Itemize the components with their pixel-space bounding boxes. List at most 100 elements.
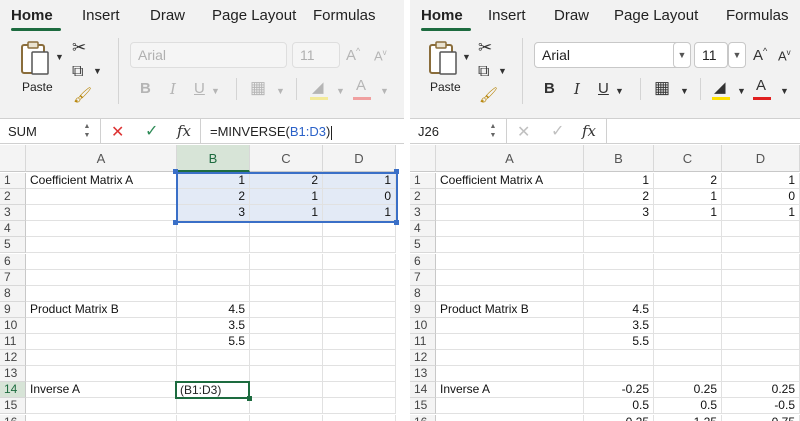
row-header-10[interactable]: 10	[410, 317, 436, 334]
cell-a2[interactable]	[436, 189, 584, 206]
cell-a12[interactable]	[26, 350, 177, 367]
active-cell-editor[interactable]: (B1:D3)	[175, 381, 250, 400]
font-name-field[interactable]: Arial	[534, 42, 689, 68]
paste-options-chevron-icon[interactable]: ▼	[55, 52, 64, 62]
cell-c12[interactable]	[250, 350, 323, 367]
underline-chevron-icon[interactable]: ▼	[615, 86, 624, 96]
name-box[interactable]: J26	[410, 119, 447, 143]
close-icon[interactable]: ✕	[517, 122, 530, 142]
fill-color-chevron-icon[interactable]: ▼	[737, 86, 746, 96]
cell-c12[interactable]	[654, 350, 722, 367]
cell-d10[interactable]	[722, 317, 800, 334]
cell-b16[interactable]: 0.25	[584, 414, 654, 421]
worksheet-grid[interactable]: A B C D 1 Coefficient Matrix A121221033114567…	[0, 145, 404, 421]
cell-a11[interactable]	[436, 334, 584, 351]
fx-icon[interactable]: fx	[582, 122, 596, 140]
copy-icon[interactable]: ⧉	[478, 63, 489, 81]
cell-a8[interactable]	[436, 285, 584, 302]
row-header-14[interactable]: 14	[0, 382, 26, 399]
cell-d10[interactable]	[323, 317, 396, 334]
font-name-chevron-icon[interactable]: ▼	[673, 42, 691, 68]
cell-c8[interactable]	[654, 285, 722, 302]
name-box[interactable]: SUM	[0, 119, 45, 143]
close-icon[interactable]: ✕	[111, 122, 124, 142]
font-color-icon[interactable]: A	[756, 77, 766, 94]
cell-c16[interactable]	[250, 414, 323, 421]
decrease-font-size-icon[interactable]: Av	[374, 48, 387, 63]
cell-b8[interactable]	[177, 285, 250, 302]
cell-b13[interactable]	[584, 366, 654, 383]
fx-icon[interactable]: fx	[177, 122, 191, 140]
row-header-13[interactable]: 13	[0, 366, 26, 383]
row-header-11[interactable]: 11	[410, 334, 436, 351]
range-resize-handle[interactable]	[173, 220, 178, 225]
cell-a4[interactable]	[26, 221, 177, 238]
cell-b15[interactable]	[177, 398, 250, 415]
row-header-16[interactable]: 16	[410, 414, 436, 421]
cell-c13[interactable]	[654, 366, 722, 383]
tab-draw[interactable]: Draw	[150, 7, 185, 24]
underline-chevron-icon[interactable]: ▼	[211, 86, 220, 96]
cell-a7[interactable]	[26, 269, 177, 286]
cell-d11[interactable]	[722, 334, 800, 351]
cell-d15[interactable]: -0.5	[722, 398, 800, 415]
fill-color-icon[interactable]: ◢	[312, 78, 324, 96]
select-all-corner[interactable]	[410, 145, 436, 172]
italic-icon[interactable]: I	[170, 80, 176, 98]
row-header-4[interactable]: 4	[410, 221, 436, 238]
row-header-14[interactable]: 14	[410, 382, 436, 399]
cell-c3[interactable]: 1	[654, 205, 722, 222]
cell-b11[interactable]: 5.5	[584, 334, 654, 351]
cell-d15[interactable]	[323, 398, 396, 415]
row-header-12[interactable]: 12	[410, 350, 436, 367]
column-header-c[interactable]: C	[250, 145, 323, 172]
cell-c7[interactable]	[654, 269, 722, 286]
copy-options-chevron-icon[interactable]: ▼	[93, 66, 102, 76]
paste-options-chevron-icon[interactable]: ▼	[462, 52, 471, 62]
cell-d5[interactable]	[722, 237, 800, 254]
name-box-stepper[interactable]: ▲ ▼	[488, 122, 498, 140]
cell-a1[interactable]: Coefficient Matrix A	[26, 173, 177, 190]
cell-d13[interactable]	[722, 366, 800, 383]
scissors-icon[interactable]: ✂	[478, 38, 492, 58]
cell-c8[interactable]	[250, 285, 323, 302]
column-header-d[interactable]: D	[722, 145, 800, 172]
cell-b7[interactable]	[177, 269, 250, 286]
row-header-9[interactable]: 9	[0, 301, 26, 318]
cell-b5[interactable]	[584, 237, 654, 254]
row-header-4[interactable]: 4	[0, 221, 26, 238]
row-header-1[interactable]: 1	[410, 173, 436, 190]
check-icon[interactable]: ✓	[145, 121, 158, 141]
cell-a8[interactable]	[26, 285, 177, 302]
cell-c15[interactable]	[250, 398, 323, 415]
row-header-3[interactable]: 3	[410, 205, 436, 222]
formula-input[interactable]	[616, 124, 796, 140]
cell-a6[interactable]	[436, 253, 584, 270]
font-name-field[interactable]: Arial	[130, 42, 287, 68]
cell-b4[interactable]	[584, 221, 654, 238]
underline-icon[interactable]: U	[194, 80, 205, 97]
cell-b1[interactable]: 1	[584, 173, 654, 190]
row-header-6[interactable]: 6	[410, 253, 436, 270]
cell-a3[interactable]	[26, 205, 177, 222]
tab-insert[interactable]: Insert	[82, 7, 120, 24]
cell-b14[interactable]: -0.25	[584, 382, 654, 399]
cell-b3[interactable]: 3	[584, 205, 654, 222]
row-header-13[interactable]: 13	[410, 366, 436, 383]
borders-chevron-icon[interactable]: ▼	[680, 86, 689, 96]
increase-font-size-icon[interactable]: A^	[753, 46, 767, 64]
borders-chevron-icon[interactable]: ▼	[276, 86, 285, 96]
cell-d16[interactable]: 0.75	[722, 414, 800, 421]
cell-c9[interactable]	[654, 301, 722, 318]
font-color-chevron-icon[interactable]: ▼	[780, 86, 789, 96]
formula-input[interactable]: =MINVERSE(B1:D3)	[210, 124, 333, 140]
paste-label[interactable]: Paste	[430, 80, 461, 94]
cell-c14[interactable]: 0.25	[654, 382, 722, 399]
cell-c5[interactable]	[250, 237, 323, 254]
cell-d6[interactable]	[722, 253, 800, 270]
font-color-chevron-icon[interactable]: ▼	[380, 86, 389, 96]
cell-b9[interactable]: 4.5	[584, 301, 654, 318]
row-header-3[interactable]: 3	[0, 205, 26, 222]
cell-d7[interactable]	[722, 269, 800, 286]
fill-handle[interactable]	[247, 396, 252, 402]
